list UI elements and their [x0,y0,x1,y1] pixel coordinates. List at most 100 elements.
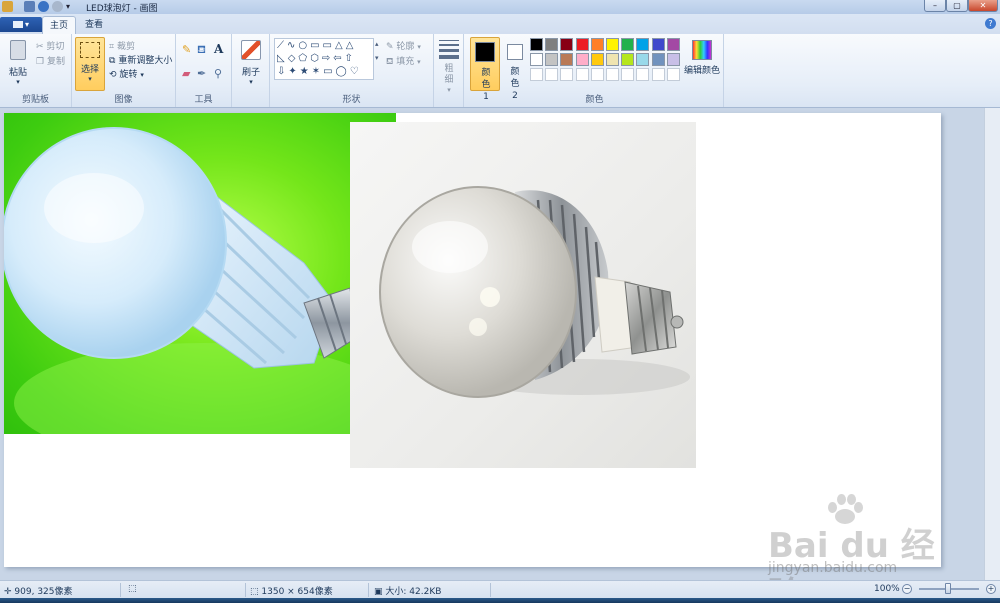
size-button[interactable]: 粗细 ▾ [436,38,462,94]
palette-color-swatch[interactable] [666,53,680,66]
color2-swatch [507,44,523,60]
led-bulb-image-silver[interactable] [350,122,696,468]
custom-color-slot[interactable] [621,68,635,81]
help-icon[interactable]: ? [985,18,996,29]
clipboard-icon [10,40,26,60]
text-tool-icon[interactable]: A [214,42,223,56]
color1-button[interactable]: 颜色 1 [470,37,500,102]
custom-color-slot[interactable] [545,68,559,81]
file-size: ▣ 大小: 42.2KB [374,587,442,597]
quick-access-dropdown-icon[interactable]: ▾ [66,1,74,12]
palette-color-swatch[interactable] [575,53,589,66]
zoom-in-button[interactable]: + [986,584,996,594]
file-menu-button[interactable]: ▾ [0,17,42,32]
vertical-scrollbar[interactable] [984,108,1000,580]
outline-button[interactable]: ✎ 轮廓 ▾ [386,39,421,52]
outline-dropdown-icon: ▾ [417,43,421,51]
paste-button[interactable]: 粘贴 ▾ [4,38,32,88]
custom-color-slot[interactable] [530,68,543,81]
title-bar: ▾ LED球泡灯 - 画图 – ▢ ✕ [0,0,1000,14]
copy-button[interactable]: ❐ 复制 [36,54,65,67]
rotate-dropdown-icon: ▾ [140,71,144,79]
brushes-button[interactable]: 刷子 ▾ [236,38,266,90]
pencil-icon[interactable]: ✎ [182,43,191,56]
image-group-label: 图像 [114,95,133,105]
shapes-scroll-down-icon[interactable]: ▾ [375,54,379,62]
palette-color-swatch[interactable] [651,53,665,66]
tab-view[interactable]: 查看 [78,16,110,34]
fill-button[interactable]: ⛾ 填充 ▾ [386,54,421,68]
crop-icon: ⌗ [109,42,115,52]
custom-color-slot[interactable] [666,68,680,81]
selection-rectangle-icon [80,42,100,58]
shapes-row-1-icons[interactable]: ⟋∿○▭▭△△ [277,40,356,51]
palette-color-swatch[interactable] [621,53,635,66]
custom-color-slot[interactable] [651,68,665,81]
colors-group: 颜色 1 颜色 2 编辑颜色 颜色 [466,34,724,107]
tools-group-label: 工具 [194,95,213,105]
custom-color-slot[interactable] [636,68,650,81]
palette-color-swatch[interactable] [636,53,650,66]
palette-color-swatch[interactable] [621,38,635,51]
canvas-size-icon: ⬚ [250,587,259,597]
save-icon[interactable] [24,1,35,12]
magnifier-icon[interactable]: ⚲ [214,67,222,80]
palette-color-swatch[interactable] [560,53,574,66]
shapes-row-3-icons[interactable]: ⇩✦★✶▭◯♡ [277,66,362,77]
brushes-group: 刷子 ▾ [232,34,270,107]
minimize-button[interactable]: – [924,0,946,12]
resize-button[interactable]: ⧉ 重新调整大小 [109,53,172,66]
palette-color-swatch[interactable] [575,38,589,51]
rotate-button[interactable]: ⟲ 旋转 ▾ [109,67,144,80]
custom-color-slot[interactable] [560,68,574,81]
color1-swatch [475,42,495,62]
tab-home[interactable]: 主页 [42,16,76,34]
brush-icon [241,40,261,60]
crop-button[interactable]: ⌗ 裁剪 [109,39,135,52]
custom-color-slot[interactable] [606,68,619,81]
shapes-gallery[interactable]: ⟋∿○▭▭△△ ◺◇⬠⬡⇨⇦⇧ ⇩✦★✶▭◯♡ [274,38,374,80]
palette-color-swatch[interactable] [651,38,665,51]
ribbon-tab-row: ▾ 主页 查看 ? [0,14,1000,34]
maximize-button[interactable]: ▢ [946,0,968,12]
palette-color-swatch[interactable] [590,38,604,51]
paint-app-icon[interactable] [2,1,13,12]
palette-color-swatch[interactable] [606,53,619,66]
shapes-row-2-icons[interactable]: ◺◇⬠⬡⇨⇦⇧ [277,53,356,64]
color2-button[interactable]: 颜色 2 [502,37,528,101]
undo-icon[interactable] [38,1,49,12]
watermark-url: jingyan.baidu.com [768,560,898,576]
cut-button[interactable]: ✂ 剪切 [36,39,64,52]
brushes-dropdown-icon: ▾ [249,78,253,86]
palette-color-swatch[interactable] [530,53,543,66]
select-button[interactable]: 选择 ▾ [75,37,105,91]
close-button[interactable]: ✕ [968,0,998,12]
palette-color-swatch[interactable] [545,53,559,66]
size-group: 粗细 ▾ [434,34,464,107]
fill-dropdown-icon: ▾ [417,58,421,66]
color-picker-icon[interactable]: ✒ [197,67,206,80]
image-dimensions: ⬚ 1350 × 654像素 [250,587,333,597]
fill-bucket-icon[interactable]: ⛾ [197,43,206,58]
palette-color-swatch[interactable] [560,38,574,51]
palette-color-swatch[interactable] [666,38,680,51]
palette-color-swatch[interactable] [590,53,604,66]
resize-icon: ⧉ [109,56,116,66]
redo-icon[interactable] [52,1,63,12]
copy-icon: ❐ [36,57,45,67]
palette-color-swatch[interactable] [545,38,559,51]
shapes-scroll-up-icon[interactable]: ▴ [375,40,379,48]
palette-color-swatch[interactable] [636,38,650,51]
zoom-out-button[interactable]: − [902,584,912,594]
edit-colors-button[interactable]: 编辑颜色 [682,38,722,88]
led-bulb-image-green[interactable] [4,113,396,434]
custom-color-slot[interactable] [575,68,589,81]
line-thickness-icon [439,40,459,59]
zoom-slider-thumb[interactable] [945,583,951,594]
palette-color-swatch[interactable] [606,38,619,51]
disk-icon: ▣ [374,587,383,597]
eraser-icon[interactable]: ▰ [182,67,190,80]
palette-color-swatch[interactable] [530,38,543,51]
status-separator [120,583,121,597]
custom-color-slot[interactable] [590,68,604,81]
